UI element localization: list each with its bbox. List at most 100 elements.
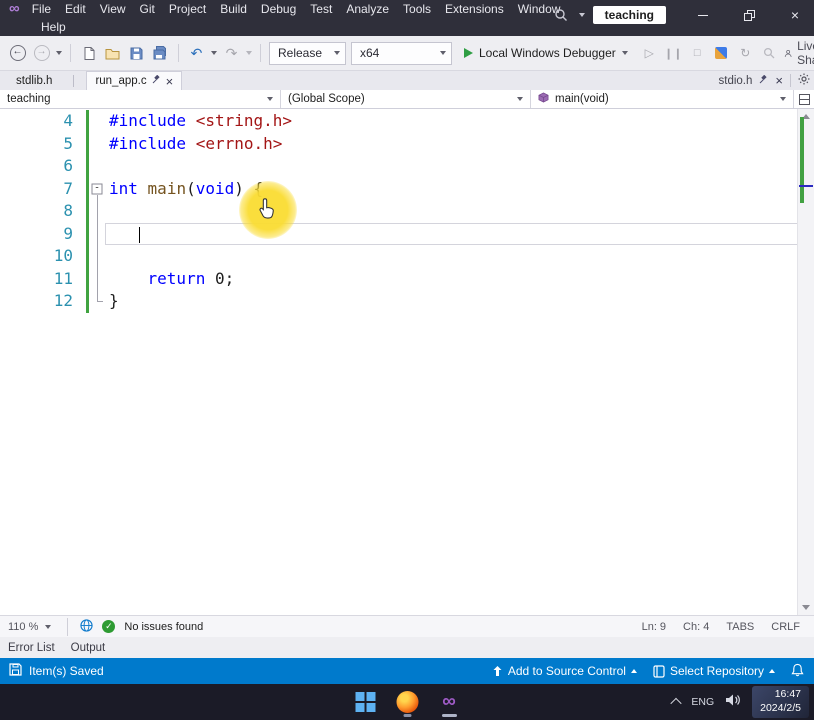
menu-item-project[interactable]: Project — [162, 0, 213, 18]
code-text[interactable] — [105, 155, 798, 178]
taskbar-visual-studio-button[interactable]: ∞ — [436, 686, 463, 718]
code-line-6[interactable]: 6 — [0, 155, 798, 178]
redo-dropdown-caret[interactable] — [246, 51, 252, 55]
undo-dropdown-caret[interactable] — [211, 51, 217, 55]
start-button[interactable] — [352, 686, 379, 718]
menu-item-tools[interactable]: Tools — [396, 0, 438, 18]
restore-button[interactable] — [730, 0, 768, 30]
pin-icon[interactable] — [152, 74, 161, 87]
code-text[interactable] — [105, 245, 798, 268]
code-editor[interactable]: 4 #include <string.h> 5 #include <errno.h> 6… — [0, 109, 814, 615]
code-text[interactable]: } — [105, 290, 798, 313]
new-file-icon[interactable] — [79, 44, 98, 63]
solution-configuration-select[interactable]: Release — [269, 41, 346, 65]
line-number[interactable]: 7 — [0, 178, 86, 201]
search-dropdown-caret[interactable] — [578, 13, 585, 17]
menu-item-debug[interactable]: Debug — [254, 0, 303, 18]
code-text[interactable]: #include <string.h> — [105, 110, 798, 133]
code-line-8[interactable]: 8 — [0, 200, 798, 223]
tab-stdlib-h[interactable]: stdlib.h — [8, 71, 60, 90]
code-line-4[interactable]: 4 #include <string.h> — [0, 110, 798, 133]
volume-icon[interactable] — [725, 693, 741, 711]
fold-collapse-icon[interactable]: - — [91, 183, 103, 195]
taskbar-clock[interactable]: 16:47 2024/2/5 — [752, 686, 809, 718]
select-repository-button[interactable]: Select Repository — [653, 664, 775, 678]
project-dropdown[interactable]: teaching — [0, 90, 281, 108]
notifications-bell-icon[interactable] — [791, 663, 804, 680]
redo-icon[interactable]: ↷ — [222, 44, 241, 63]
menu-item-build[interactable]: Build — [213, 0, 254, 18]
start-debugging-button[interactable]: Local Windows Debugger — [457, 42, 635, 64]
menu-item-file[interactable]: File — [25, 0, 58, 18]
line-indicator[interactable]: Ln: 9 — [642, 621, 666, 633]
issues-status-text[interactable]: No issues found — [124, 621, 203, 633]
navigate-back-icon[interactable]: ← — [8, 44, 27, 63]
code-line-10[interactable]: 10 — [0, 245, 798, 268]
line-number[interactable]: 10 — [0, 245, 86, 268]
menu-item-edit[interactable]: Edit — [58, 0, 93, 18]
line-number[interactable]: 8 — [0, 200, 86, 223]
save-icon[interactable] — [127, 44, 146, 63]
scrollbar-down-arrow-icon[interactable] — [802, 605, 810, 610]
menu-item-extensions[interactable]: Extensions — [438, 0, 511, 18]
open-file-icon[interactable] — [103, 44, 122, 63]
code-line-5[interactable]: 5 #include <errno.h> — [0, 132, 798, 156]
right-tab-close-icon[interactable]: × — [775, 74, 783, 87]
navigate-forward-icon[interactable]: → — [32, 44, 51, 63]
solution-platform-select[interactable]: x64 — [351, 41, 452, 65]
tab-run_app-c[interactable]: run_app.c × — [73, 71, 183, 90]
code-line-9[interactable]: 9 — [0, 222, 798, 246]
minimize-button[interactable] — [684, 0, 722, 30]
line-ending-indicator[interactable]: CRLF — [771, 621, 800, 633]
vertical-scrollbar[interactable] — [797, 109, 814, 615]
tray-overflow-chevron-icon[interactable] — [670, 697, 683, 710]
language-indicator[interactable]: ENG — [691, 696, 714, 708]
taskbar-firefox-button[interactable] — [394, 686, 421, 718]
line-number[interactable]: 12 — [0, 290, 86, 313]
health-globe-icon[interactable] — [80, 618, 94, 635]
right-tab-pin-icon[interactable] — [759, 74, 768, 87]
stop-icon[interactable]: □ — [688, 44, 707, 63]
menu-item-help[interactable]: Help — [34, 18, 73, 36]
code-text[interactable] — [105, 200, 798, 223]
close-icon[interactable]: × — [166, 75, 174, 88]
close-button[interactable]: × — [776, 0, 814, 30]
navigation-dropdown-caret[interactable] — [56, 51, 62, 55]
attach-icon[interactable] — [712, 44, 731, 63]
code-line-12[interactable]: 12} — [0, 290, 798, 313]
line-number[interactable]: 4 — [0, 110, 86, 133]
start-without-debugging-icon[interactable]: ▷ — [640, 44, 659, 63]
menu-item-analyze[interactable]: Analyze — [339, 0, 396, 18]
menu-item-git[interactable]: Git — [133, 0, 162, 18]
code-text[interactable]: int main(void) { — [105, 178, 798, 201]
live-share-button[interactable]: Live Share — [784, 39, 814, 67]
split-window-icon[interactable] — [794, 90, 814, 108]
code-text[interactable]: #include <errno.h> — [105, 133, 798, 156]
panel-tab-error-list[interactable]: Error List — [8, 642, 55, 654]
menu-item-view[interactable]: View — [93, 0, 133, 18]
tab-options-gear-icon[interactable] — [798, 73, 810, 88]
break-all-icon[interactable]: ❙❙ — [664, 44, 683, 63]
column-indicator[interactable]: Ch: 4 — [683, 621, 709, 633]
zoom-select[interactable]: 110 % — [8, 621, 55, 633]
code-line-7[interactable]: 7-int main(void) { — [0, 177, 798, 201]
save-all-icon[interactable] — [151, 44, 170, 63]
right-tab-stdio-h[interactable]: stdio.h — [719, 75, 753, 87]
search-icon[interactable] — [552, 6, 571, 25]
solution-name-box[interactable]: teaching — [592, 6, 666, 24]
indent-mode-indicator[interactable]: TABS — [726, 621, 754, 633]
menu-item-test[interactable]: Test — [303, 0, 339, 18]
step-over-icon[interactable]: ↻ — [736, 44, 755, 63]
line-number[interactable]: 11 — [0, 268, 86, 291]
code-text[interactable]: return 0; — [105, 268, 798, 291]
add-to-source-control-button[interactable]: Add to Source Control — [492, 664, 637, 678]
code-text[interactable] — [105, 222, 798, 245]
panel-tab-output[interactable]: Output — [71, 642, 106, 654]
undo-icon[interactable]: ↶ — [187, 44, 206, 63]
scope-dropdown[interactable]: (Global Scope) — [281, 90, 531, 108]
code-line-11[interactable]: 11 return 0; — [0, 267, 798, 291]
line-number[interactable]: 5 — [0, 133, 86, 156]
member-dropdown[interactable]: main(void) — [531, 90, 794, 108]
line-number[interactable]: 9 — [0, 223, 86, 246]
line-number[interactable]: 6 — [0, 155, 86, 178]
